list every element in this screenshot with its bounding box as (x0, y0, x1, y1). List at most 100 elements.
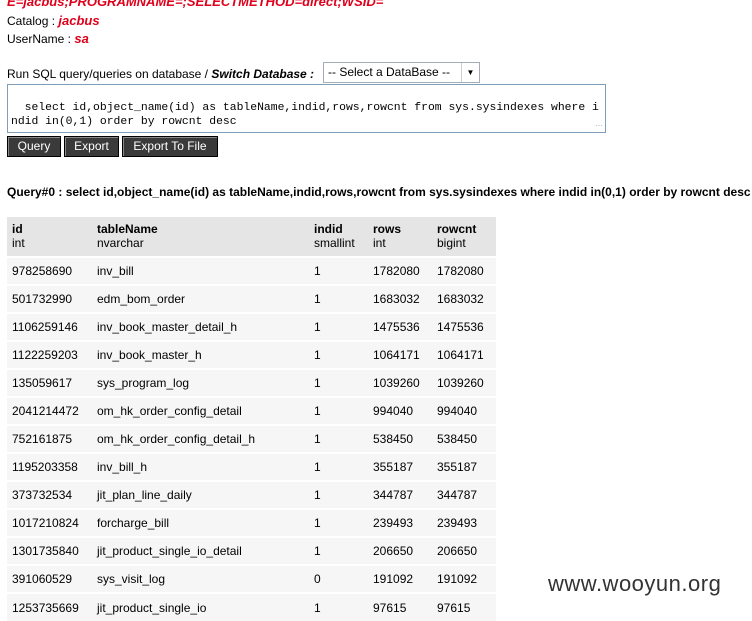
cell-indid: 1 (309, 284, 368, 313)
cell-rows: 1064171 (368, 340, 432, 369)
cell-tablename: sys_program_log (92, 368, 309, 397)
username-label: UserName : (7, 32, 75, 46)
username-value: sa (74, 31, 89, 46)
cell-id: 1122259203 (7, 340, 92, 369)
table-header-row: id int tableName nvarchar indid smallint ro… (7, 217, 496, 257)
cell-rowcnt: 191092 (432, 564, 496, 593)
switch-database-label: Switch Database : (211, 67, 315, 81)
cell-id: 1301735840 (7, 536, 92, 565)
sql-query-textarea[interactable]: select id,object_name(id) as tableName,i… (7, 84, 606, 133)
table-row: 1253735669 jit_product_single_io 1 97615 976… (7, 592, 496, 621)
cell-rows: 97615 (368, 592, 432, 621)
column-header-rows: rows int (368, 217, 432, 257)
cell-rowcnt: 538450 (432, 424, 496, 453)
cell-rows: 239493 (368, 508, 432, 537)
table-row: 501732990 edm_bom_order 1 1683032 1683032 (7, 284, 496, 313)
cell-rowcnt: 97615 (432, 592, 496, 621)
cell-id: 391060529 (7, 564, 92, 593)
cell-indid: 0 (309, 564, 368, 593)
cell-indid: 1 (309, 480, 368, 509)
cell-rowcnt: 1064171 (432, 340, 496, 369)
cell-rowcnt: 239493 (432, 508, 496, 537)
cell-id: 1195203358 (7, 452, 92, 481)
database-select-value: -- Select a DataBase -- (328, 65, 451, 79)
result-table-body: 978258690 inv_bill 1 1782080 1782080 50173299… (7, 256, 496, 621)
table-row: 1122259203 inv_book_master_h 1 1064171 10641… (7, 340, 496, 369)
table-row: 1195203358 inv_bill_h 1 355187 355187 (7, 452, 496, 481)
column-type: smallint (314, 236, 355, 250)
cell-rows: 191092 (368, 564, 432, 593)
watermark: www.wooyun.org (546, 571, 724, 597)
cell-rows: 1475536 (368, 312, 432, 341)
database-select[interactable]: -- Select a DataBase -- ▼ (323, 62, 480, 83)
export-button[interactable]: Export (64, 136, 119, 157)
column-type: int (12, 236, 25, 250)
table-row: 978258690 inv_bill 1 1782080 1782080 (7, 256, 496, 285)
column-type: int (373, 236, 386, 250)
table-row: 752161875 om_hk_order_config_detail_h 1 538… (7, 424, 496, 453)
cell-tablename: jit_plan_line_daily (92, 480, 309, 509)
cell-id: 1253735669 (7, 592, 92, 621)
chevron-down-icon[interactable]: ▼ (461, 63, 479, 82)
cell-id: 978258690 (7, 256, 92, 285)
connection-string: E=jacbus;PROGRAMNAME=;SELECTMETHOD=direc… (7, 0, 384, 9)
catalog-info: Catalog : jacbus (7, 13, 100, 28)
cell-indid: 1 (309, 368, 368, 397)
cell-tablename: edm_bom_order (92, 284, 309, 313)
cell-rows: 1782080 (368, 256, 432, 285)
cell-indid: 1 (309, 256, 368, 285)
cell-tablename: jit_product_single_io_detail (92, 536, 309, 565)
cell-indid: 1 (309, 508, 368, 537)
export-to-file-button[interactable]: Export To File (122, 136, 218, 157)
query-button[interactable]: Query (7, 136, 61, 157)
cell-rowcnt: 355187 (432, 452, 496, 481)
cell-rows: 206650 (368, 536, 432, 565)
cell-tablename: inv_bill (92, 256, 309, 285)
column-header-id: id int (7, 217, 92, 257)
column-name: id (12, 222, 23, 236)
cell-rowcnt: 1683032 (432, 284, 496, 313)
cell-tablename: sys_visit_log (92, 564, 309, 593)
table-row: 1301735840 jit_product_single_io_detail 1 2… (7, 536, 496, 565)
cell-rows: 344787 (368, 480, 432, 509)
cell-indid: 1 (309, 592, 368, 621)
column-type: nvarchar (97, 236, 144, 250)
column-type: bigint (437, 236, 466, 250)
table-row: 391060529 sys_visit_log 0 191092 191092 (7, 564, 496, 593)
cell-id: 752161875 (7, 424, 92, 453)
cell-indid: 1 (309, 424, 368, 453)
cell-rows: 994040 (368, 396, 432, 425)
cell-id: 1106259146 (7, 312, 92, 341)
cell-indid: 1 (309, 340, 368, 369)
sql-query-text: select id,object_name(id) as tableName,i… (11, 102, 599, 128)
sql-run-label: Run SQL query/queries on database / Swit… (7, 67, 314, 81)
cell-indid: 1 (309, 312, 368, 341)
cell-indid: 1 (309, 536, 368, 565)
column-header-rowcnt: rowcnt bigint (432, 217, 496, 257)
cell-indid: 1 (309, 396, 368, 425)
cell-id: 2041214472 (7, 396, 92, 425)
cell-rowcnt: 344787 (432, 480, 496, 509)
cell-rowcnt: 1782080 (432, 256, 496, 285)
column-name: rows (373, 222, 402, 236)
cell-rowcnt: 994040 (432, 396, 496, 425)
cell-tablename: forcharge_bill (92, 508, 309, 537)
column-header-indid: indid smallint (309, 217, 368, 257)
resize-grip-icon[interactable]: ⋯ (595, 123, 603, 131)
cell-tablename: inv_bill_h (92, 452, 309, 481)
result-table: id int tableName nvarchar indid smallint ro… (7, 217, 496, 621)
table-row: 373732534 jit_plan_line_daily 1 344787 34478… (7, 480, 496, 509)
table-row: 1017210824 forcharge_bill 1 239493 239493 (7, 508, 496, 537)
cell-tablename: inv_book_master_h (92, 340, 309, 369)
table-row: 135059617 sys_program_log 1 1039260 1039260 (7, 368, 496, 397)
query-result-title: Query#0 : select id,object_name(id) as t… (7, 185, 751, 199)
sql-run-prefix: Run SQL query/queries on database / (7, 67, 212, 81)
cell-rowcnt: 1039260 (432, 368, 496, 397)
cell-indid: 1 (309, 452, 368, 481)
column-header-tablename: tableName nvarchar (92, 217, 309, 257)
cell-id: 373732534 (7, 480, 92, 509)
cell-rows: 1039260 (368, 368, 432, 397)
column-name: indid (314, 222, 343, 236)
cell-id: 501732990 (7, 284, 92, 313)
cell-rows: 538450 (368, 424, 432, 453)
